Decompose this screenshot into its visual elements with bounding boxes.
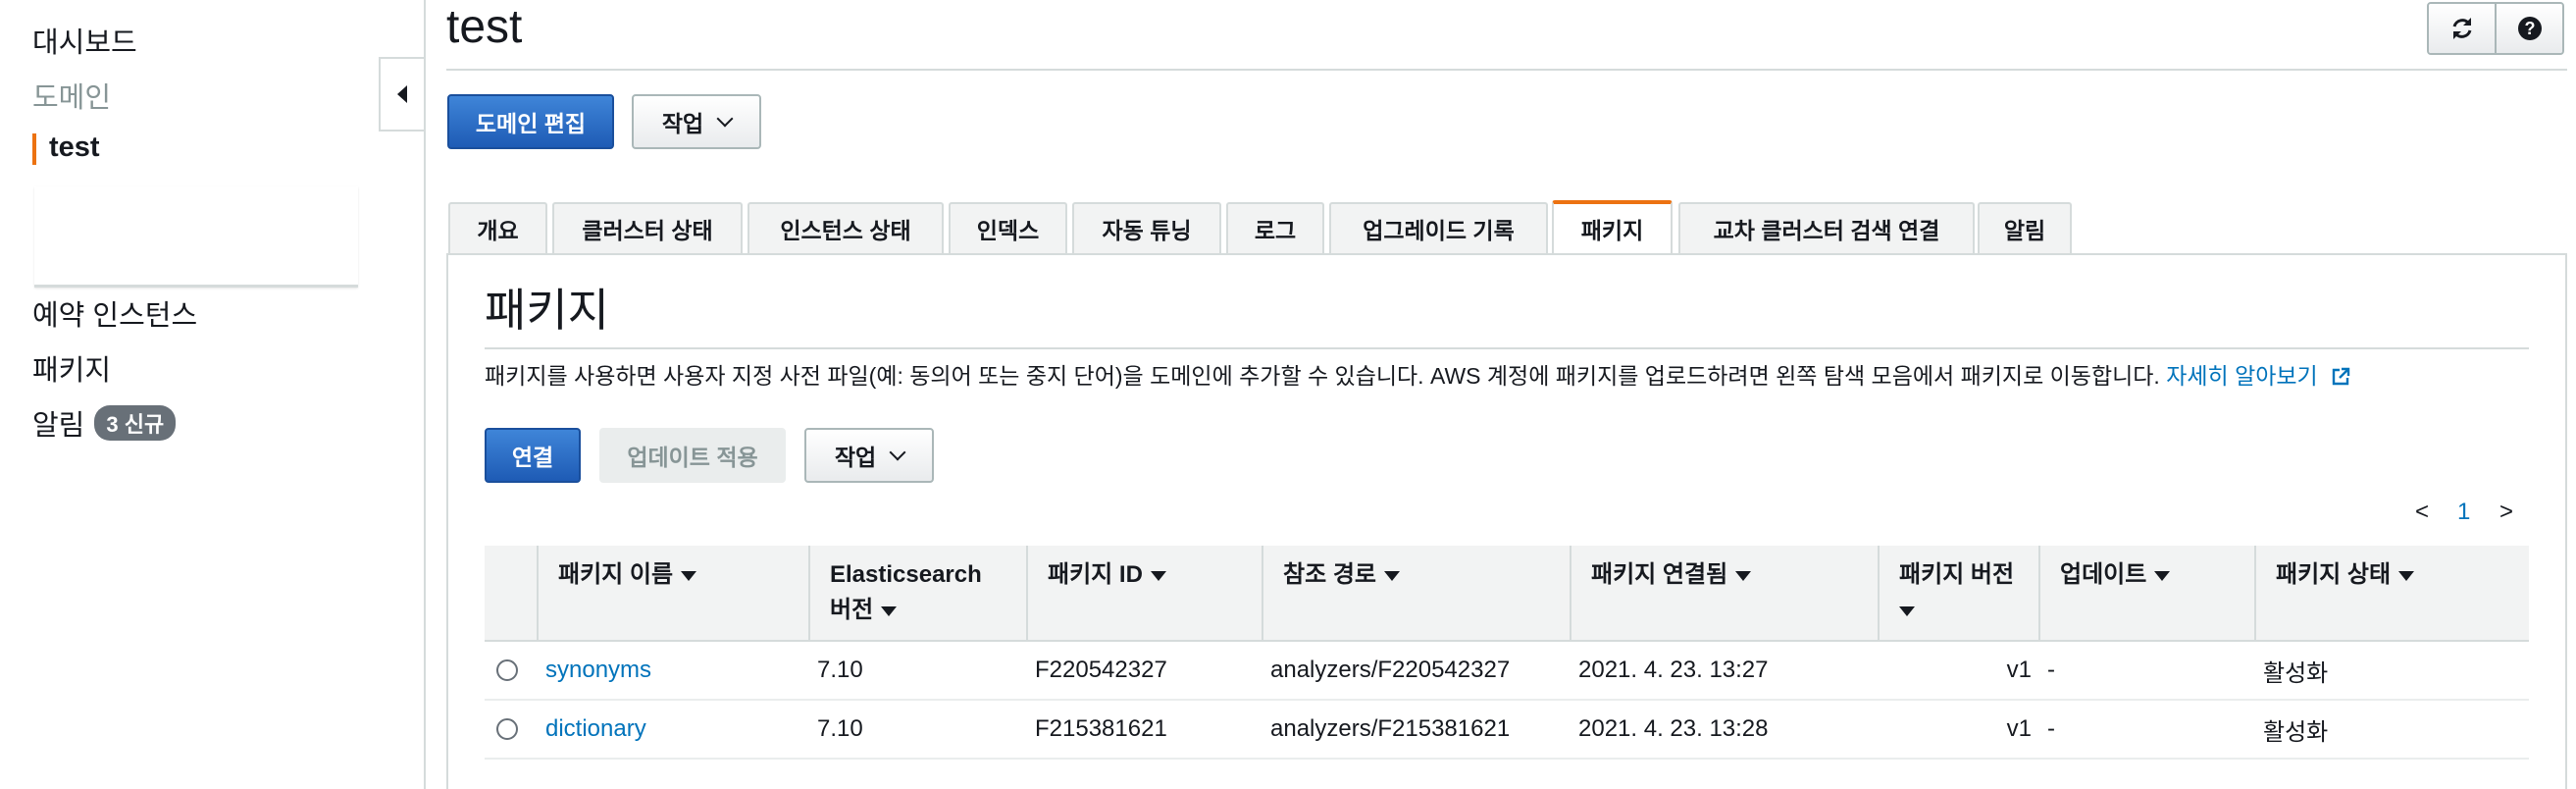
tab-notifications[interactable]: 알림 (1978, 202, 2072, 253)
update-cell: - (2039, 700, 2255, 760)
sort-caret-icon (1384, 571, 1400, 581)
row-select-radio[interactable] (496, 718, 518, 740)
collapse-sidebar-button[interactable] (379, 57, 424, 132)
apply-update-button[interactable]: 업데이트 적용 (599, 428, 786, 483)
column-header-package-id[interactable]: 패키지 ID (1026, 546, 1262, 642)
tab-upgrade-history[interactable]: 업그레이드 기록 (1329, 202, 1548, 253)
sort-caret-icon (1735, 571, 1752, 581)
table-row[interactable]: dictionary 7.10 F215381621 analyzers/F21… (485, 700, 2529, 760)
sidebar-item-test-domain[interactable]: test (49, 132, 100, 164)
tab-auto-tune[interactable]: 자동 튜닝 (1072, 202, 1221, 253)
column-header-reference-path[interactable]: 참조 경로 (1262, 546, 1571, 642)
tab-cluster-health[interactable]: 클러스터 상태 (552, 202, 743, 253)
sort-caret-icon (1150, 571, 1166, 581)
sort-caret-icon (2398, 571, 2415, 581)
column-header-es-version[interactable]: Elasticsearch 버전 (808, 546, 1027, 642)
row-select-radio[interactable] (496, 659, 518, 681)
version-cell: v1 (1879, 641, 2039, 701)
column-header-package-name[interactable]: 패키지 이름 (537, 546, 809, 642)
reference-path-cell: analyzers/F215381621 (1262, 700, 1571, 760)
table-header-row: 패키지 이름 Elasticsearch 버전 패키지 ID 참조 경로 패키지 … (485, 546, 2529, 642)
pagination-next-button[interactable]: > (2499, 499, 2513, 526)
package-name-link[interactable]: dictionary (545, 715, 646, 742)
help-button[interactable]: ? (2495, 4, 2562, 53)
column-header-associated[interactable]: 패키지 연결됨 (1570, 546, 1879, 642)
tab-overview[interactable]: 개요 (448, 202, 547, 253)
column-header-package-status[interactable]: 패키지 상태 (2254, 546, 2529, 642)
tab-logs[interactable]: 로그 (1226, 202, 1324, 253)
package-actions-dropdown-button[interactable]: 작업 (804, 428, 934, 483)
sidebar-item-notifications[interactable]: 알림 3 신규 (32, 402, 177, 444)
sidebar-item-dashboard[interactable]: 대시보드 (32, 20, 137, 61)
sort-caret-icon (2154, 571, 2171, 581)
section-title: 패키지 (485, 285, 609, 336)
sidebar-item-label: 알림 (32, 410, 85, 442)
tab-packages[interactable]: 패키지 (1552, 200, 1673, 253)
learn-more-link[interactable]: 자세히 알아보기 (2166, 363, 2351, 389)
sidebar-item-domains[interactable]: 도메인 (32, 75, 111, 116)
domain-subnav-panel (34, 186, 358, 288)
help-icon: ? (2517, 17, 2542, 40)
pagination-prev-button[interactable]: < (2415, 499, 2429, 526)
packages-table: 패키지 이름 Elasticsearch 버전 패키지 ID 참조 경로 패키지 … (485, 546, 2529, 760)
column-header-package-version[interactable]: 패키지 버전 (1878, 546, 2039, 642)
sidebar-item-reserved-instances[interactable]: 예약 인스턴스 (32, 292, 197, 334)
external-link-icon (2332, 367, 2350, 386)
refresh-button[interactable] (2429, 4, 2495, 53)
edit-domain-button[interactable]: 도메인 편집 (447, 94, 614, 149)
header-icon-buttons: ? (2427, 2, 2564, 55)
caret-left-icon (397, 85, 407, 103)
es-version-cell: 7.10 (809, 641, 1027, 701)
version-cell: v1 (1879, 700, 2039, 760)
status-cell: 활성화 (2255, 641, 2529, 701)
associated-cell: 2021. 4. 23. 13:27 (1571, 641, 1879, 701)
tab-instance-health[interactable]: 인스턴스 상태 (747, 202, 944, 253)
associate-package-button[interactable]: 연결 (485, 428, 581, 483)
active-indicator (32, 133, 36, 165)
es-version-cell: 7.10 (809, 700, 1027, 760)
table-row[interactable]: synonyms 7.10 F220542327 analyzers/F2205… (485, 641, 2529, 701)
notification-badge: 3 신규 (94, 405, 177, 441)
page-title: test (446, 1, 523, 53)
associated-cell: 2021. 4. 23. 13:28 (1571, 700, 1879, 760)
pagination-page-1[interactable]: 1 (2457, 499, 2470, 526)
sort-caret-icon (681, 571, 697, 581)
chevron-down-icon (889, 444, 906, 461)
description-text: 패키지를 사용하면 사용자 지정 사전 파일(예: 동의어 또는 중지 단어)을… (485, 363, 2160, 389)
side-navigation: 대시보드 도메인 test 예약 인스턴스 패키지 알림 3 신규 (0, 0, 426, 789)
actions-label: 작업 (834, 445, 877, 470)
package-name-link[interactable]: synonyms (545, 657, 651, 683)
column-header-update[interactable]: 업데이트 (2038, 546, 2255, 642)
divider (446, 69, 2567, 71)
actions-label: 작업 (661, 111, 704, 136)
tab-cross-cluster-search[interactable]: 교차 클러스터 검색 연결 (1678, 202, 1975, 253)
svg-text:?: ? (2524, 19, 2535, 38)
chevron-down-icon (716, 110, 734, 128)
reference-path-cell: analyzers/F220542327 (1262, 641, 1571, 701)
select-column-header (485, 546, 538, 642)
sort-caret-icon (1899, 606, 1915, 616)
section-description: 패키지를 사용하면 사용자 지정 사전 파일(예: 동의어 또는 중지 단어)을… (485, 357, 2351, 391)
refresh-icon (2452, 18, 2471, 39)
package-id-cell: F220542327 (1027, 641, 1262, 701)
package-id-cell: F215381621 (1027, 700, 1262, 760)
status-cell: 활성화 (2255, 700, 2529, 760)
tab-indices[interactable]: 인덱스 (949, 202, 1067, 253)
sort-caret-icon (881, 606, 898, 616)
update-cell: - (2039, 641, 2255, 701)
sidebar-item-packages[interactable]: 패키지 (32, 347, 111, 389)
actions-dropdown-button[interactable]: 작업 (632, 94, 761, 149)
divider (485, 347, 2529, 349)
